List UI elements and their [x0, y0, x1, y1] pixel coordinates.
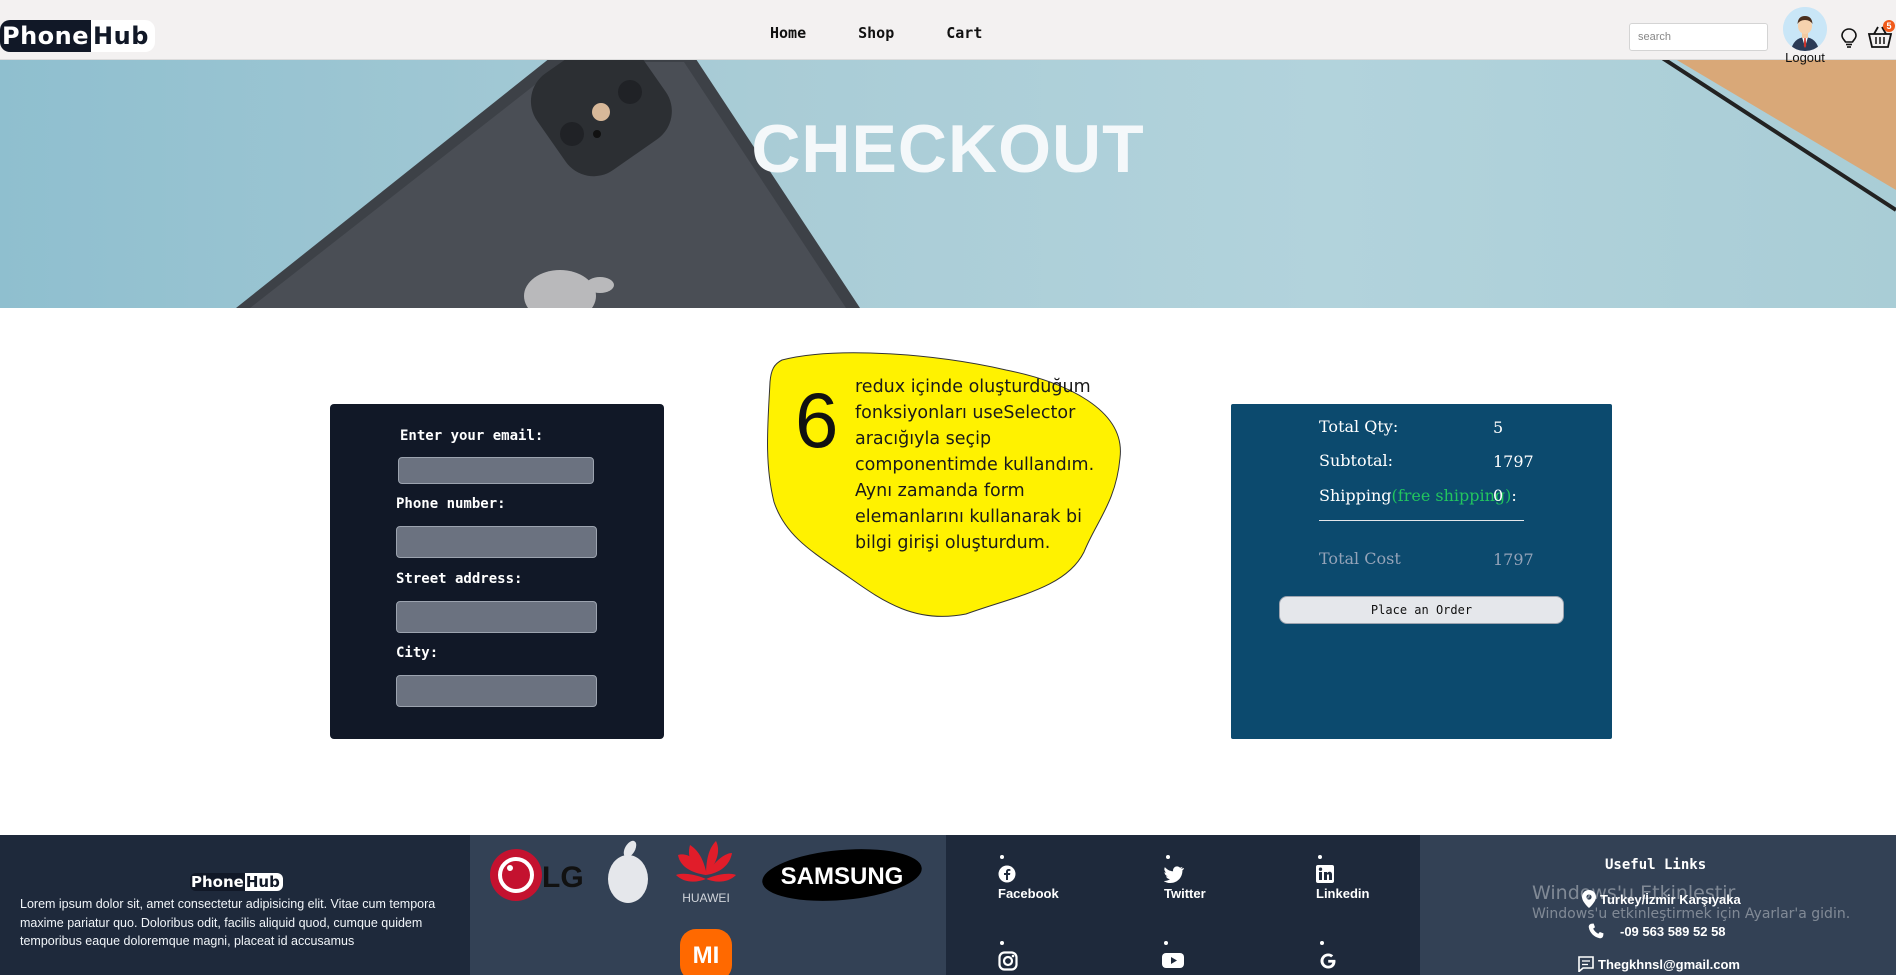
footer-useful-links: Useful Links Turkey/İzmir Karşıyaka -09 …	[1420, 835, 1896, 975]
footer-brands: LG HUAWEI SAMSUNG MI	[470, 835, 946, 980]
bullet-dot	[1320, 941, 1324, 945]
total-qty-value: 5	[1493, 418, 1504, 437]
message-icon	[1578, 956, 1594, 972]
twitter-icon	[1163, 866, 1185, 883]
subtotal-label: Subtotal:	[1319, 451, 1394, 470]
windows-activation-watermark-title: Windows'u Etkinleştir	[1532, 882, 1736, 904]
cart-count-badge: 5	[1883, 20, 1895, 32]
city-field[interactable]	[396, 675, 597, 707]
linkedin-icon	[1316, 865, 1334, 883]
shipping-separator: :	[1511, 486, 1517, 505]
social-instagram[interactable]	[998, 941, 1018, 974]
lg-text: LG	[542, 861, 584, 894]
site-logo[interactable]: Phone Hub	[0, 20, 155, 52]
email-field[interactable]	[398, 457, 594, 484]
brand-logos: LG HUAWEI SAMSUNG MI	[490, 839, 924, 980]
bullet-dot	[1000, 941, 1004, 945]
linkedin-label: Linkedin	[1316, 886, 1370, 901]
contact-email[interactable]: Thegkhnsl@gmail.com	[1578, 956, 1740, 972]
city-label: City:	[396, 645, 439, 661]
place-order-button[interactable]: Place an Order	[1279, 596, 1564, 624]
lg-logo[interactable]: LG	[490, 849, 584, 901]
apple-logo[interactable]	[608, 839, 648, 903]
huawei-text: HUAWEI	[682, 891, 730, 905]
phone-field[interactable]	[396, 526, 597, 558]
social-facebook[interactable]: Facebook	[998, 855, 1059, 901]
facebook-icon	[998, 865, 1016, 883]
social-google[interactable]	[1318, 941, 1338, 974]
samsung-text: SAMSUNG	[781, 863, 904, 890]
annotation-number: 6	[795, 376, 839, 464]
bullet-dot	[1164, 941, 1168, 945]
instagram-icon	[998, 951, 1018, 971]
order-summary: Total Qty: 5 Subtotal: 1797 Shipping(fre…	[1231, 404, 1612, 739]
shipping-row: Shipping(free shipping):	[1319, 486, 1517, 505]
xiaomi-text: MI	[693, 942, 720, 969]
nav-link-cart[interactable]: Cart	[946, 24, 982, 42]
subtotal-value: 1797	[1493, 452, 1534, 471]
huawei-logo[interactable]: HUAWEI	[676, 841, 736, 905]
social-youtube[interactable]	[1162, 941, 1184, 972]
footer-logo-phone: Phone	[190, 873, 245, 891]
footer-about: Phone Hub Lorem ipsum dolor sit, amet con…	[0, 835, 470, 975]
logo-part-phone: Phone	[0, 20, 92, 52]
footer-social: Facebook Twitter Linkedin	[946, 835, 1420, 975]
total-cost-value: 1797	[1493, 550, 1534, 569]
total-cost-label: Total Cost	[1319, 549, 1401, 568]
street-label: Street address:	[396, 571, 523, 587]
phone-icon	[1588, 923, 1604, 939]
street-address-field[interactable]	[396, 601, 597, 633]
windows-activation-watermark-text: Windows'u etkinleştirmek için Ayarlar'a …	[1532, 906, 1851, 922]
twitter-label: Twitter	[1164, 886, 1206, 901]
avatar[interactable]	[1783, 7, 1827, 51]
nav-link-shop[interactable]: Shop	[858, 24, 894, 42]
logout-link[interactable]: Logout	[1781, 50, 1829, 65]
phone-text: -09 563 589 52 58	[1620, 923, 1726, 939]
footer-logo[interactable]: Phone Hub	[190, 873, 283, 891]
search-input[interactable]	[1629, 23, 1768, 51]
summary-divider	[1319, 520, 1524, 521]
annotation-text: redux içinde oluşturduğum fonksiyonları …	[855, 377, 1095, 553]
hero-banner: CHECKOUT	[0, 60, 1896, 308]
bullet-dot	[1166, 855, 1170, 859]
logo-part-hub: Hub	[91, 20, 155, 52]
footer-about-text: Lorem ipsum dolor sit, amet consectetur …	[20, 897, 436, 948]
social-twitter[interactable]: Twitter	[1163, 855, 1206, 901]
bullet-dot	[1318, 855, 1322, 859]
samsung-logo[interactable]: SAMSUNG	[760, 843, 924, 907]
email-text: Thegkhnsl@gmail.com	[1598, 956, 1740, 972]
email-label: Enter your email:	[400, 428, 544, 444]
google-icon	[1320, 953, 1336, 969]
total-qty-label: Total Qty:	[1319, 417, 1399, 436]
nav-link-home[interactable]: Home	[770, 24, 806, 42]
nav-links: Home Shop Cart	[770, 24, 982, 42]
checkout-form: Enter your email: Phone number: Street a…	[330, 404, 664, 739]
page-title: CHECKOUT	[751, 111, 1145, 187]
bullet-dot	[1000, 855, 1004, 859]
facebook-label: Facebook	[998, 886, 1059, 901]
footer-logo-hub: Hub	[244, 873, 283, 891]
xiaomi-logo[interactable]: MI	[680, 929, 732, 980]
contact-phone[interactable]: -09 563 589 52 58	[1588, 923, 1726, 939]
user-menu[interactable]: Logout	[1781, 7, 1829, 65]
phone-label: Phone number:	[396, 496, 506, 512]
useful-links-title: Useful Links	[1605, 857, 1707, 873]
lightbulb-icon[interactable]	[1839, 27, 1859, 49]
social-linkedin[interactable]: Linkedin	[1316, 855, 1369, 901]
shipping-value: 0	[1493, 486, 1504, 505]
navbar: PhoneHub Home Shop Cart Logout	[0, 0, 1896, 65]
youtube-icon	[1162, 953, 1184, 968]
shipping-label: Shipping	[1319, 486, 1392, 505]
footer: Phone Hub Lorem ipsum dolor sit, amet con…	[0, 835, 1896, 980]
